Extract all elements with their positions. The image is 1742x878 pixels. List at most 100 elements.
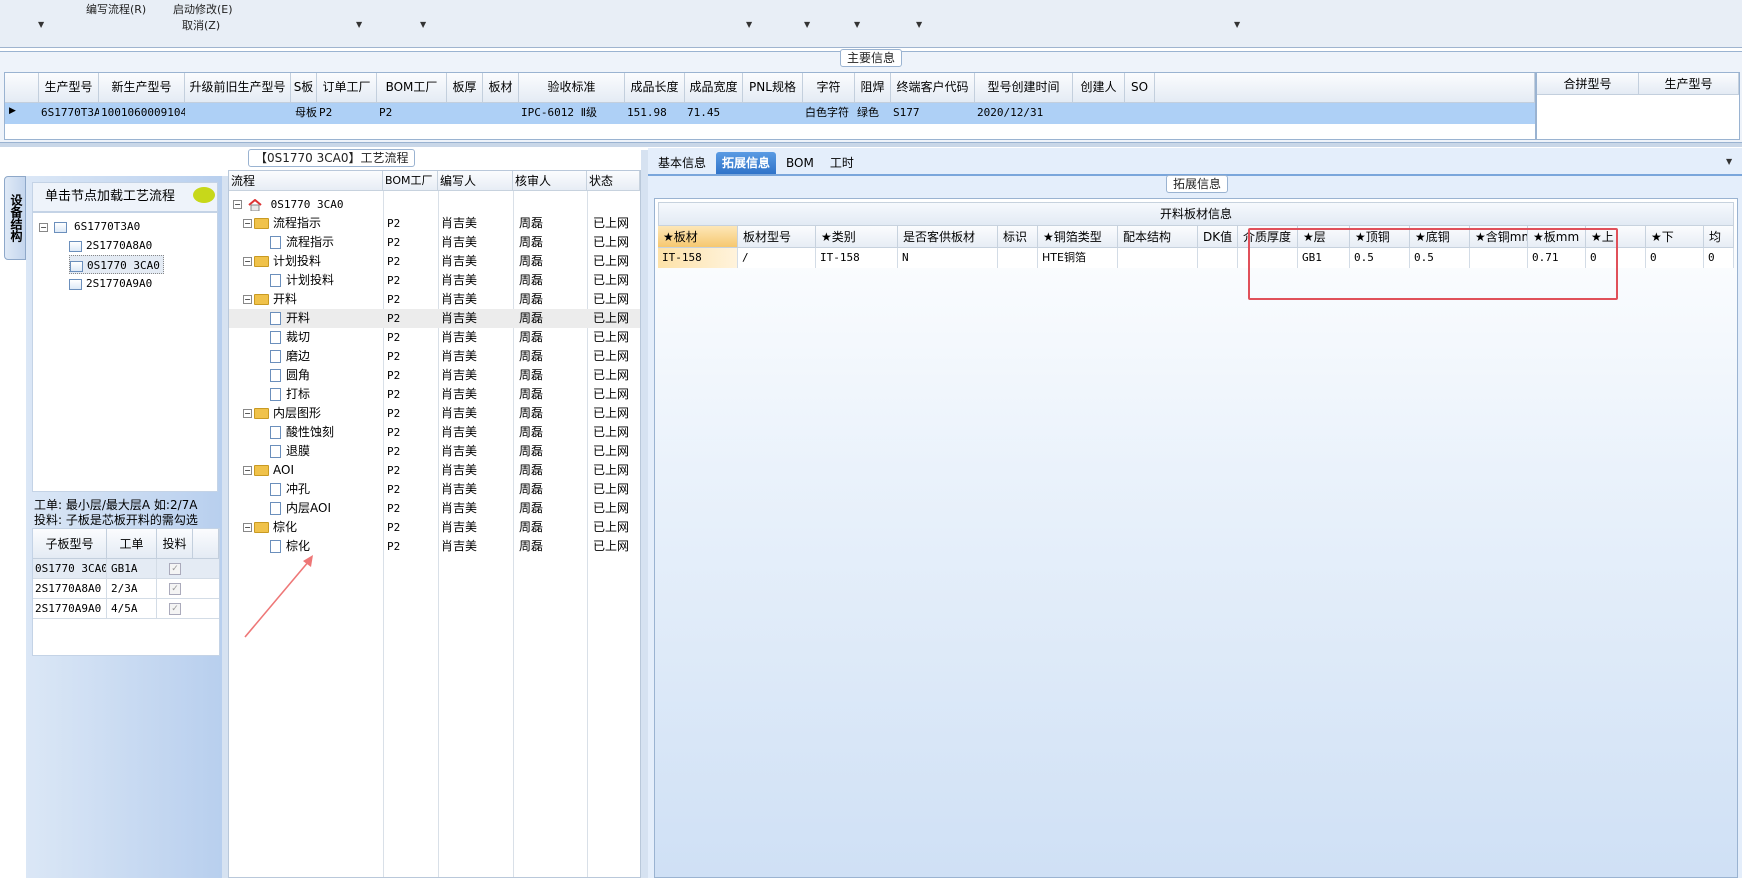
ext-table-cell[interactable]: N (898, 248, 998, 268)
dropdown-arrow-icon[interactable]: ▼ (1234, 20, 1240, 29)
dropdown-arrow-icon[interactable]: ▼ (854, 20, 860, 29)
cancel-menu[interactable]: 取消(Z) (182, 17, 220, 33)
main-col-header[interactable]: BOM工厂 (377, 73, 447, 103)
collapse-icon[interactable]: − (243, 523, 252, 532)
ext-col-header[interactable]: 板材型号 (738, 226, 816, 248)
process-row[interactable]: − 计划投料 P2 肖吉美 周磊 已上网 (229, 252, 640, 271)
feed-checkbox[interactable]: ✓ (169, 603, 181, 615)
main-col-header[interactable]: 创建人 (1073, 73, 1125, 103)
ext-table-cell[interactable]: IT-158 (658, 248, 738, 268)
dropdown-arrow-icon[interactable]: ▼ (38, 20, 44, 29)
process-row[interactable]: 流程指示 P2 肖吉美 周磊 已上网 (229, 233, 640, 252)
proc-col-header[interactable]: 编写人 (438, 171, 513, 191)
collapse-icon[interactable]: − (243, 466, 252, 475)
process-row[interactable]: 冲孔 P2 肖吉美 周磊 已上网 (229, 480, 640, 499)
ext-table-cell[interactable]: IT-158 (816, 248, 898, 268)
ext-table-cell[interactable] (1198, 248, 1238, 268)
ext-col-header[interactable]: ★铜箔类型 (1038, 226, 1118, 248)
proc-col-header[interactable]: 核审人 (513, 171, 587, 191)
device-structure-tab[interactable]: 设备结构 (4, 176, 26, 260)
collapse-icon[interactable]: − (39, 222, 48, 232)
proc-root-node[interactable]: − 0S1770 3CA0 (233, 195, 344, 214)
main-col-header[interactable]: 升级前旧生产型号 (185, 73, 291, 103)
dropdown-arrow-icon[interactable]: ▼ (356, 20, 362, 29)
process-row[interactable]: − 内层图形 P2 肖吉美 周磊 已上网 (229, 404, 640, 423)
main-col-header[interactable]: 板厚 (447, 73, 483, 103)
feed-checkbox[interactable]: ✓ (169, 583, 181, 595)
main-col-header[interactable]: 新生产型号 (99, 73, 185, 103)
process-row[interactable]: 磨边 P2 肖吉美 周磊 已上网 (229, 347, 640, 366)
main-col-header[interactable]: SO (1125, 73, 1155, 103)
ext-table-cell[interactable]: / (738, 248, 816, 268)
process-row[interactable]: 圆角 P2 肖吉美 周磊 已上网 (229, 366, 640, 385)
ext-col-header[interactable]: 是否客供板材 (898, 226, 998, 248)
proc-col-header[interactable]: 状态 (587, 171, 640, 191)
tree-node-selected[interactable]: 0S1770 3CA0 (69, 255, 164, 274)
main-col-header[interactable]: 型号创建时间 (975, 73, 1073, 103)
ext-col-header[interactable]: 均 (1704, 226, 1734, 248)
main-col-header[interactable]: S板 (291, 73, 317, 103)
process-row[interactable]: − 流程指示 P2 肖吉美 周磊 已上网 (229, 214, 640, 233)
center-splitter[interactable] (641, 150, 648, 878)
main-col-header[interactable]: 成品长度 (625, 73, 685, 103)
dropdown-arrow-icon[interactable]: ▼ (746, 20, 752, 29)
collapse-icon[interactable]: − (243, 219, 252, 228)
proc-col-header[interactable]: BOM工厂 (383, 171, 438, 191)
process-row[interactable]: 开料 P2 肖吉美 周磊 已上网 (229, 309, 640, 328)
process-row[interactable]: − 棕化 P2 肖吉美 周磊 已上网 (229, 518, 640, 537)
sub-col-header[interactable]: 工单 (107, 529, 157, 559)
dropdown-arrow-icon[interactable]: ▼ (804, 20, 810, 29)
process-row[interactable]: 计划投料 P2 肖吉美 周磊 已上网 (229, 271, 640, 290)
main-col-header[interactable]: 订单工厂 (317, 73, 377, 103)
sub-col-header[interactable]: 投料 (157, 529, 193, 559)
process-row[interactable]: − AOI P2 肖吉美 周磊 已上网 (229, 461, 640, 480)
ext-col-header[interactable]: ★板材 (658, 226, 738, 248)
tab-bom[interactable]: BOM (780, 152, 820, 174)
main-col-header[interactable]: PNL规格 (743, 73, 803, 103)
main-col-header[interactable]: 成品宽度 (685, 73, 743, 103)
main-col-header[interactable]: 阻焊 (855, 73, 891, 103)
tab-dropdown-icon[interactable]: ▼ (1726, 157, 1732, 166)
process-row[interactable]: 退膜 P2 肖吉美 周磊 已上网 (229, 442, 640, 461)
ext-table-cell[interactable]: HTE铜箔 (1038, 248, 1118, 268)
ext-table-cell[interactable] (998, 248, 1038, 268)
process-row[interactable]: − 开料 P2 肖吉美 周磊 已上网 (229, 290, 640, 309)
main-col-header[interactable]: 终端客户代码 (891, 73, 975, 103)
tree-node[interactable]: 2S1770A8A0 (69, 236, 152, 255)
dropdown-arrow-icon[interactable]: ▼ (420, 20, 426, 29)
proc-col-header[interactable]: 流程 (229, 171, 383, 191)
production-model-header[interactable]: 生产型号 (1639, 73, 1739, 95)
feed-checkbox[interactable]: ✓ (169, 563, 181, 575)
collapse-icon[interactable]: − (233, 200, 242, 209)
main-col-header[interactable]: 生产型号 (39, 73, 99, 103)
tree-node[interactable]: 2S1770A9A0 (69, 274, 152, 293)
collapse-icon[interactable]: − (243, 257, 252, 266)
ext-col-header[interactable]: 配本结构 (1118, 226, 1198, 248)
write-flow-menu[interactable]: 编写流程(R) (86, 1, 146, 17)
table-row[interactable] (5, 103, 1535, 124)
dropdown-arrow-icon[interactable]: ▼ (916, 20, 922, 29)
collapse-icon[interactable]: − (243, 295, 252, 304)
collapse-icon[interactable]: − (243, 409, 252, 418)
process-row[interactable]: 裁切 P2 肖吉美 周磊 已上网 (229, 328, 640, 347)
main-col-header[interactable]: 字符 (803, 73, 855, 103)
ext-col-header[interactable]: ★下 (1646, 226, 1704, 248)
tab-basic-info[interactable]: 基本信息 (652, 152, 712, 174)
sub-col-header[interactable]: 子板型号 (33, 529, 107, 559)
process-row[interactable]: 酸性蚀刻 P2 肖吉美 周磊 已上网 (229, 423, 640, 442)
ext-table-cell[interactable]: 0 (1704, 248, 1734, 268)
ext-table-cell[interactable] (1118, 248, 1198, 268)
main-col-header[interactable]: 验收标准 (519, 73, 625, 103)
start-modify-menu[interactable]: 启动修改(E) (173, 1, 233, 17)
ext-col-header[interactable]: ★类别 (816, 226, 898, 248)
horizontal-splitter[interactable] (0, 143, 1742, 147)
ext-col-header[interactable]: DK值 (1198, 226, 1238, 248)
ext-col-header[interactable]: 标识 (998, 226, 1038, 248)
ext-table-cell[interactable]: 0 (1646, 248, 1704, 268)
process-row[interactable]: 内层AOI P2 肖吉美 周磊 已上网 (229, 499, 640, 518)
tab-work-hours[interactable]: 工时 (824, 152, 860, 174)
tab-extended-info[interactable]: 拓展信息 (716, 152, 777, 174)
process-row[interactable]: 打标 P2 肖吉美 周磊 已上网 (229, 385, 640, 404)
tree-root-node[interactable]: − 6S1770T3A0 (39, 217, 140, 236)
main-col-header[interactable]: 板材 (483, 73, 519, 103)
